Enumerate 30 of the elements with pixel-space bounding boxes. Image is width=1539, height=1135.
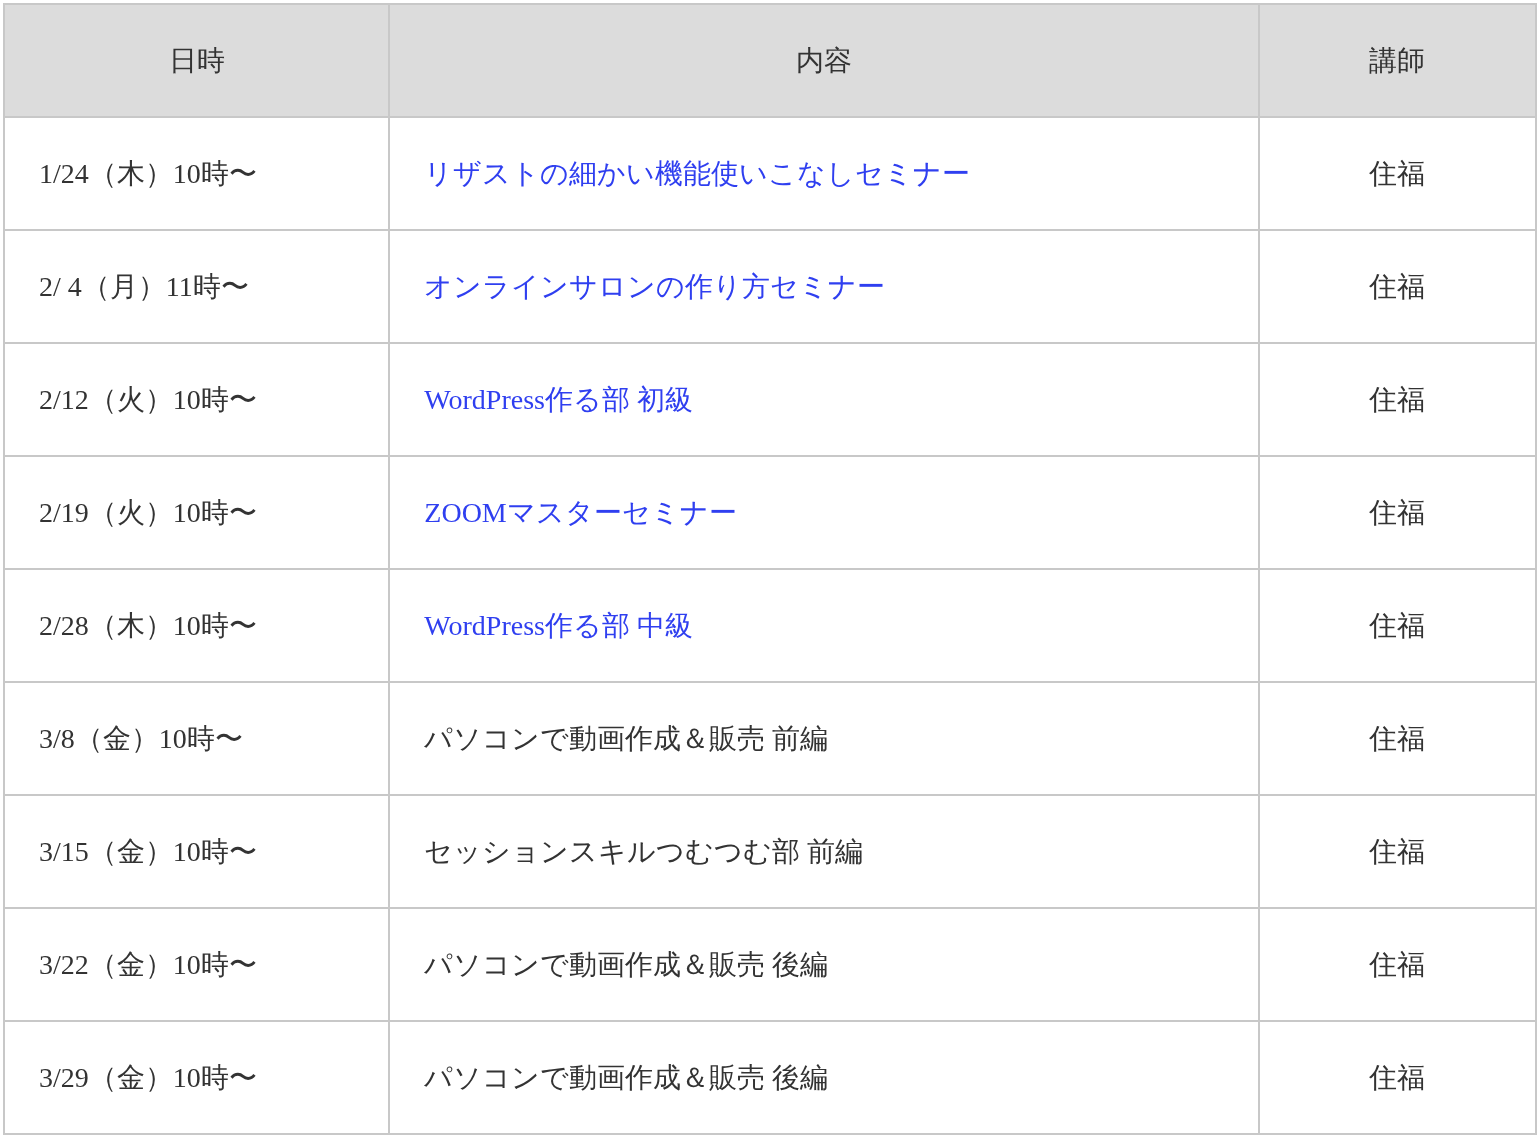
- date-cell: 1/24（木）10時〜: [4, 117, 390, 230]
- date-cell: 2/ 4（月）11時〜: [4, 230, 390, 343]
- teacher-cell: 住福: [1258, 456, 1536, 569]
- date-cell: 2/12（火）10時〜: [4, 343, 390, 456]
- date-cell: 3/15（金）10時〜: [4, 795, 390, 908]
- seminar-title: パソコンで動画作成＆販売 後編: [424, 1061, 829, 1093]
- date-cell: 3/8（金）10時〜: [4, 682, 390, 795]
- teacher-cell: 住福: [1258, 569, 1536, 682]
- teacher-cell: 住福: [1258, 230, 1536, 343]
- seminar-title: パソコンで動画作成＆販売 前編: [424, 722, 829, 754]
- column-header: 講師: [1258, 4, 1536, 117]
- date-cell: 3/29（金）10時〜: [4, 1021, 390, 1134]
- teacher-cell: 住福: [1258, 117, 1536, 230]
- column-header: 日時: [4, 4, 390, 117]
- seminar-link[interactable]: WordPress作る部 中級: [424, 609, 693, 641]
- seminar-link[interactable]: オンラインサロンの作り方セミナー: [424, 270, 886, 302]
- teacher-cell: 住福: [1258, 795, 1536, 908]
- teacher-cell: 住福: [1258, 343, 1536, 456]
- seminar-title: パソコンで動画作成＆販売 後編: [424, 948, 829, 980]
- date-cell: 2/28（木）10時〜: [4, 569, 390, 682]
- teacher-cell: 住福: [1258, 908, 1536, 1021]
- teacher-cell: 住福: [1258, 1021, 1536, 1134]
- seminar-link[interactable]: リザストの細かい機能使いこなしセミナー: [424, 157, 971, 189]
- teacher-cell: 住福: [1258, 682, 1536, 795]
- seminar-title: セッションスキルつむつむ部 前編: [424, 835, 864, 867]
- date-cell: 2/19（火）10時〜: [4, 456, 390, 569]
- date-cell: 3/22（金）10時〜: [4, 908, 390, 1021]
- seminar-link[interactable]: WordPress作る部 初級: [424, 383, 693, 415]
- seminar-link[interactable]: ZOOMマスターセミナー: [424, 496, 737, 528]
- column-header: 内容: [389, 4, 1259, 117]
